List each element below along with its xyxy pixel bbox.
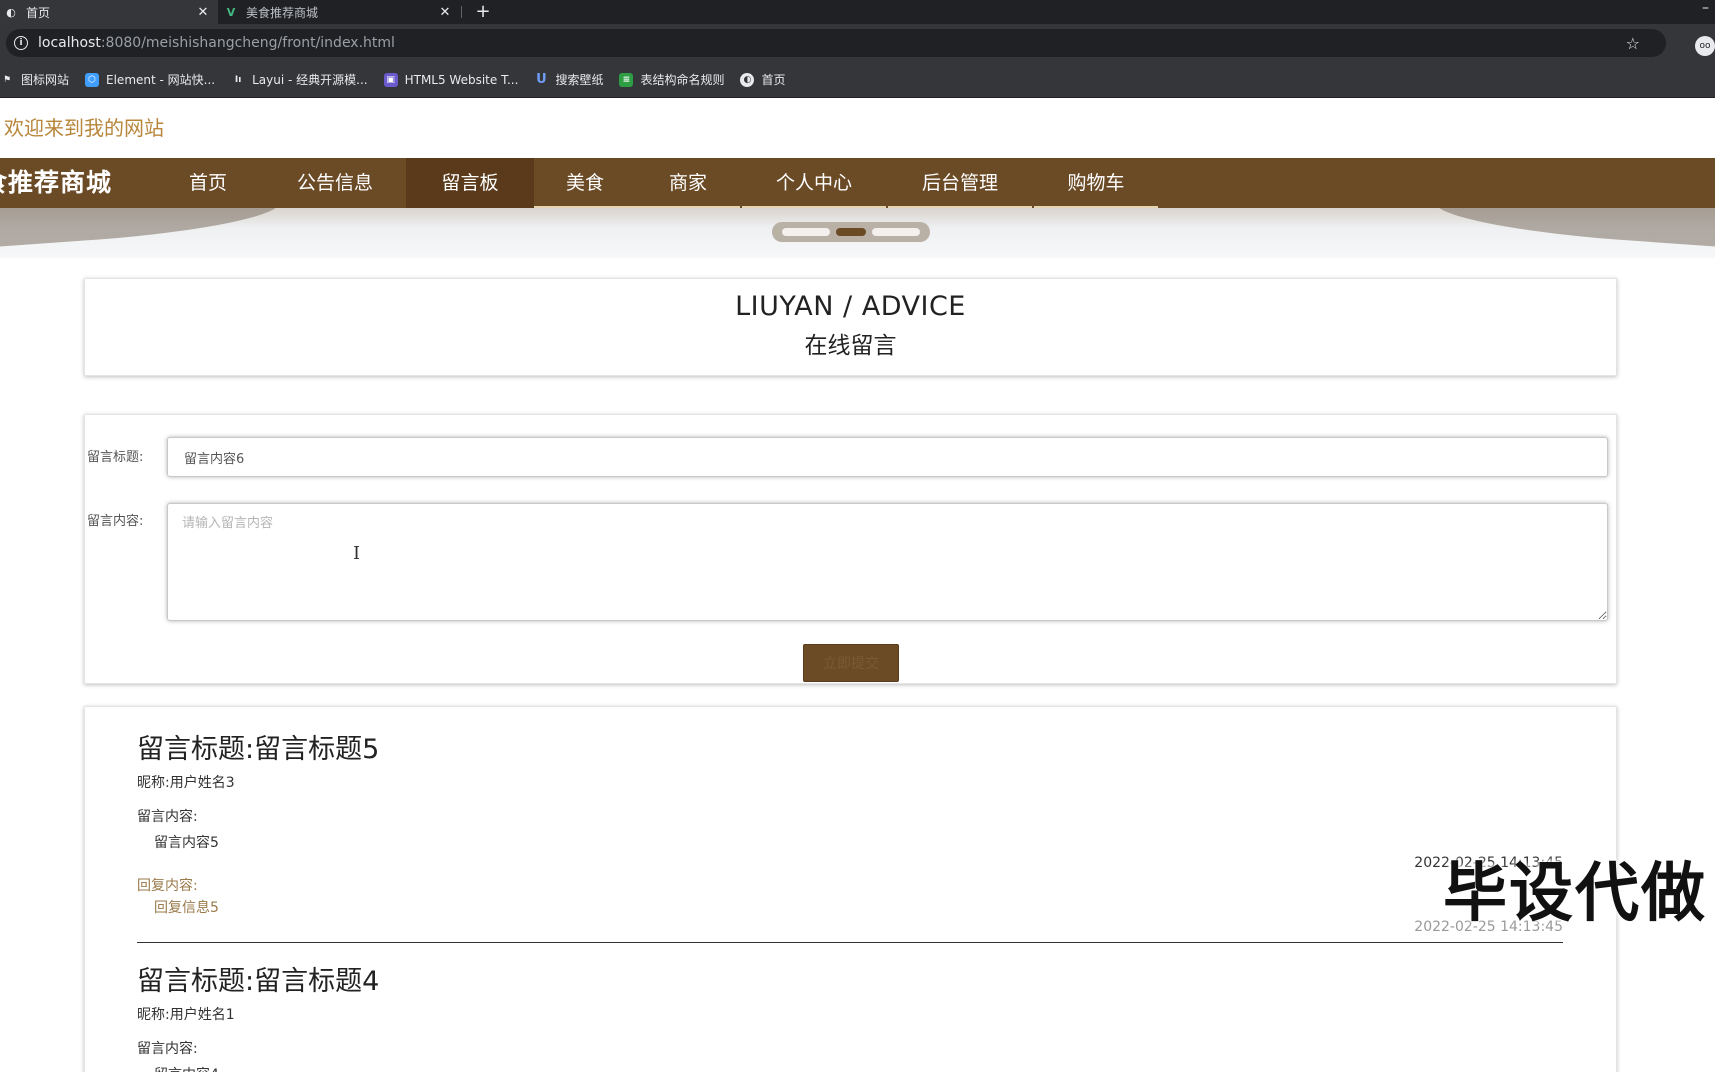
content-field-label: 留言内容: (87, 514, 144, 529)
bookmarks-bar: ⚑ 图标网站 ⬡ Element - 网站快... Ӏı Layui - 经典开… (0, 62, 1715, 98)
reply-label: 回复内容: (137, 878, 198, 894)
tab-meishi[interactable]: V 美食推荐商城 ✕ (220, 0, 460, 24)
banner-image-left (0, 208, 282, 250)
tab-title: 美食推荐商城 (246, 5, 319, 20)
address-bar: i localhost:8080/meishishangcheng/front/… (0, 24, 1715, 62)
message-title: 留言标题:留言标题5 (137, 734, 380, 765)
element-icon: ⬡ (85, 72, 100, 87)
message-content-textarea[interactable] (167, 503, 1608, 621)
submit-button[interactable]: 立即提交 (803, 644, 899, 682)
bookmark-label: Element - 网站快... (106, 73, 216, 87)
vue-icon: V (226, 5, 236, 19)
wallpaper-icon: U (536, 72, 547, 87)
bookmark-label: 首页 (761, 73, 786, 87)
site-brand: 食推荐商城 (0, 168, 113, 197)
bookmark-label: 搜索壁纸 (555, 73, 604, 87)
nav-item-personal-center[interactable]: 个人中心 (742, 158, 886, 208)
reply-content: 回复信息5 (154, 900, 219, 916)
nav-item-admin[interactable]: 后台管理 (888, 158, 1032, 208)
message-divider (137, 942, 1563, 943)
tab-separator (461, 6, 462, 18)
tab-home[interactable]: ◐ 首页 ✕ (0, 0, 218, 24)
globe-icon: ◐ (740, 72, 755, 87)
message-title-input[interactable] (167, 437, 1608, 477)
close-icon[interactable]: ✕ (436, 5, 454, 20)
message-form: 留言标题: 留言内容: I 立即提交 (84, 414, 1617, 684)
nav-item-merchant[interactable]: 商家 (636, 158, 740, 208)
bookmark-label: Layui - 经典开源模... (252, 73, 368, 87)
url-input[interactable]: i localhost:8080/meishishangcheng/front/… (6, 29, 1666, 57)
bookmark-item[interactable]: ◐ 首页 (740, 71, 785, 88)
message-content: 留言内容4 (137, 1064, 1563, 1072)
bookmark-item[interactable]: U 搜索壁纸 (534, 71, 603, 88)
nav-item-food[interactable]: 美食 (534, 158, 636, 208)
nav-item-message-board[interactable]: 留言板 (406, 158, 534, 208)
html5-icon: ▣ (383, 72, 398, 87)
list-item: 留言标题:留言标题5 昵称:用户姓名3 留言内容: 留言内容5 2022-02-… (137, 727, 1563, 935)
new-tab-button[interactable]: + (472, 1, 494, 23)
minimize-icon[interactable]: – (1702, 0, 1709, 16)
banner-image-right (1433, 208, 1715, 250)
text-cursor-icon: I (353, 543, 361, 564)
message-list: 留言标题:留言标题5 昵称:用户姓名3 留言内容: 留言内容5 2022-02-… (84, 706, 1617, 1072)
bookmark-item[interactable]: ≡ 表结构命名规则 (619, 71, 724, 88)
carousel-dot[interactable] (782, 228, 830, 236)
layui-icon: Ӏı (234, 74, 242, 85)
list-item: 留言标题:留言标题4 昵称:用户姓名1 留言内容: 留言内容4 (137, 959, 1563, 1072)
tab-title: 首页 (26, 5, 51, 20)
bookmark-label: 图标网站 (21, 73, 70, 87)
info-icon[interactable]: i (14, 36, 28, 50)
bookmark-star-icon[interactable]: ☆ (1626, 34, 1640, 53)
carousel-indicators (772, 222, 930, 242)
close-icon[interactable]: ✕ (194, 5, 212, 20)
message-content: 留言内容5 (154, 835, 219, 851)
section-title-card: LIUYAN / ADVICE 在线留言 (84, 278, 1617, 376)
section-title-cn: 在线留言 (804, 333, 897, 359)
carousel-banner (0, 208, 1715, 258)
browser-tab-strip: ◐ 首页 ✕ V 美食推荐商城 ✕ + – (0, 0, 1715, 24)
title-field-label: 留言标题: (87, 450, 144, 465)
welcome-text: 欢迎来到我的网站 (4, 116, 164, 140)
message-title: 留言标题:留言标题4 (137, 966, 380, 997)
message-content-label: 留言内容: (137, 1041, 198, 1057)
main-navbar: 食推荐商城 首页 公告信息 留言板 美食 商家 个人中心 后台管理 购物车 (0, 158, 1715, 208)
carousel-dot-active[interactable] (836, 228, 866, 236)
bookmark-item[interactable]: Ӏı Layui - 经典开源模... (231, 71, 368, 88)
carousel-dot[interactable] (872, 228, 920, 236)
url-text: localhost:8080/meishishangcheng/front/in… (38, 35, 395, 51)
globe-icon: ◐ (6, 5, 16, 19)
nav-item-cart[interactable]: 购物车 (1034, 158, 1158, 208)
bookmark-item[interactable]: ▣ HTML5 Website T... (383, 72, 519, 87)
message-content-label: 留言内容: (137, 809, 198, 825)
flag-icon: ⚑ (2, 74, 12, 85)
bookmark-label: 表结构命名规则 (640, 73, 725, 87)
message-nickname: 昵称:用户姓名3 (137, 775, 235, 791)
nav-item-notice[interactable]: 公告信息 (278, 158, 392, 208)
section-title-en: LIUYAN / ADVICE (735, 291, 966, 322)
profile-avatar-icon[interactable]: oo (1695, 36, 1715, 56)
nav-item-home[interactable]: 首页 (168, 158, 248, 208)
watermark-text: 毕设代做 (1443, 857, 1707, 931)
table-icon: ≡ (619, 72, 634, 87)
bookmark-label: HTML5 Website T... (404, 72, 519, 87)
bookmark-item[interactable]: ⬡ Element - 网站快... (85, 71, 215, 88)
bookmark-item[interactable]: ⚑ 图标网站 (0, 71, 69, 88)
message-nickname: 昵称:用户姓名1 (137, 1007, 235, 1023)
